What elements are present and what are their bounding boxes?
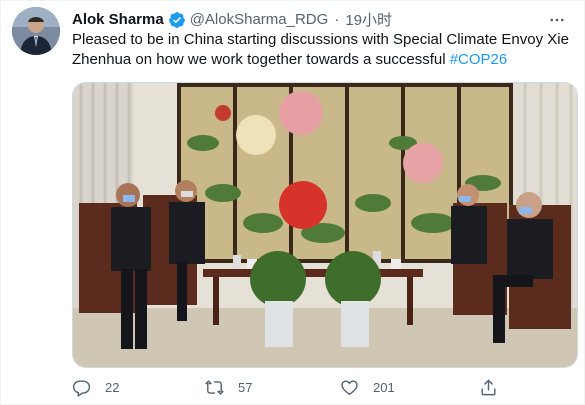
retweet-icon bbox=[205, 378, 224, 397]
separator-dot: · bbox=[334, 11, 340, 28]
tweet-timestamp[interactable]: 19小时 bbox=[345, 9, 392, 30]
hashtag-link[interactable]: #COP26 bbox=[450, 51, 508, 68]
tweet-card[interactable]: Alok Sharma @AlokSharma_RDG · 19小时 Pleas… bbox=[0, 0, 585, 405]
meeting-photo-image bbox=[73, 83, 577, 367]
verified-badge-icon bbox=[168, 11, 186, 29]
retweet-button[interactable]: 57 bbox=[205, 378, 340, 397]
like-button[interactable]: 201 bbox=[340, 378, 479, 397]
share-button[interactable] bbox=[479, 378, 498, 397]
avatar-image bbox=[12, 7, 60, 55]
reply-button[interactable]: 22 bbox=[72, 378, 205, 397]
reply-count: 22 bbox=[105, 380, 120, 395]
author-handle[interactable]: @AlokSharma_RDG bbox=[190, 11, 329, 28]
avatar[interactable] bbox=[12, 7, 60, 55]
tweet-actions: 22 57 201 bbox=[72, 378, 532, 397]
retweet-count: 57 bbox=[238, 380, 253, 395]
tweet-text: Pleased to be in China starting discussi… bbox=[72, 30, 577, 70]
share-icon bbox=[479, 378, 498, 397]
reply-icon bbox=[72, 378, 91, 397]
heart-icon bbox=[340, 378, 359, 397]
like-count: 201 bbox=[373, 380, 395, 395]
author-name[interactable]: Alok Sharma bbox=[72, 11, 164, 28]
tweet-header: Alok Sharma @AlokSharma_RDG · 19小时 bbox=[72, 9, 392, 30]
tweet-photo[interactable] bbox=[72, 82, 578, 368]
